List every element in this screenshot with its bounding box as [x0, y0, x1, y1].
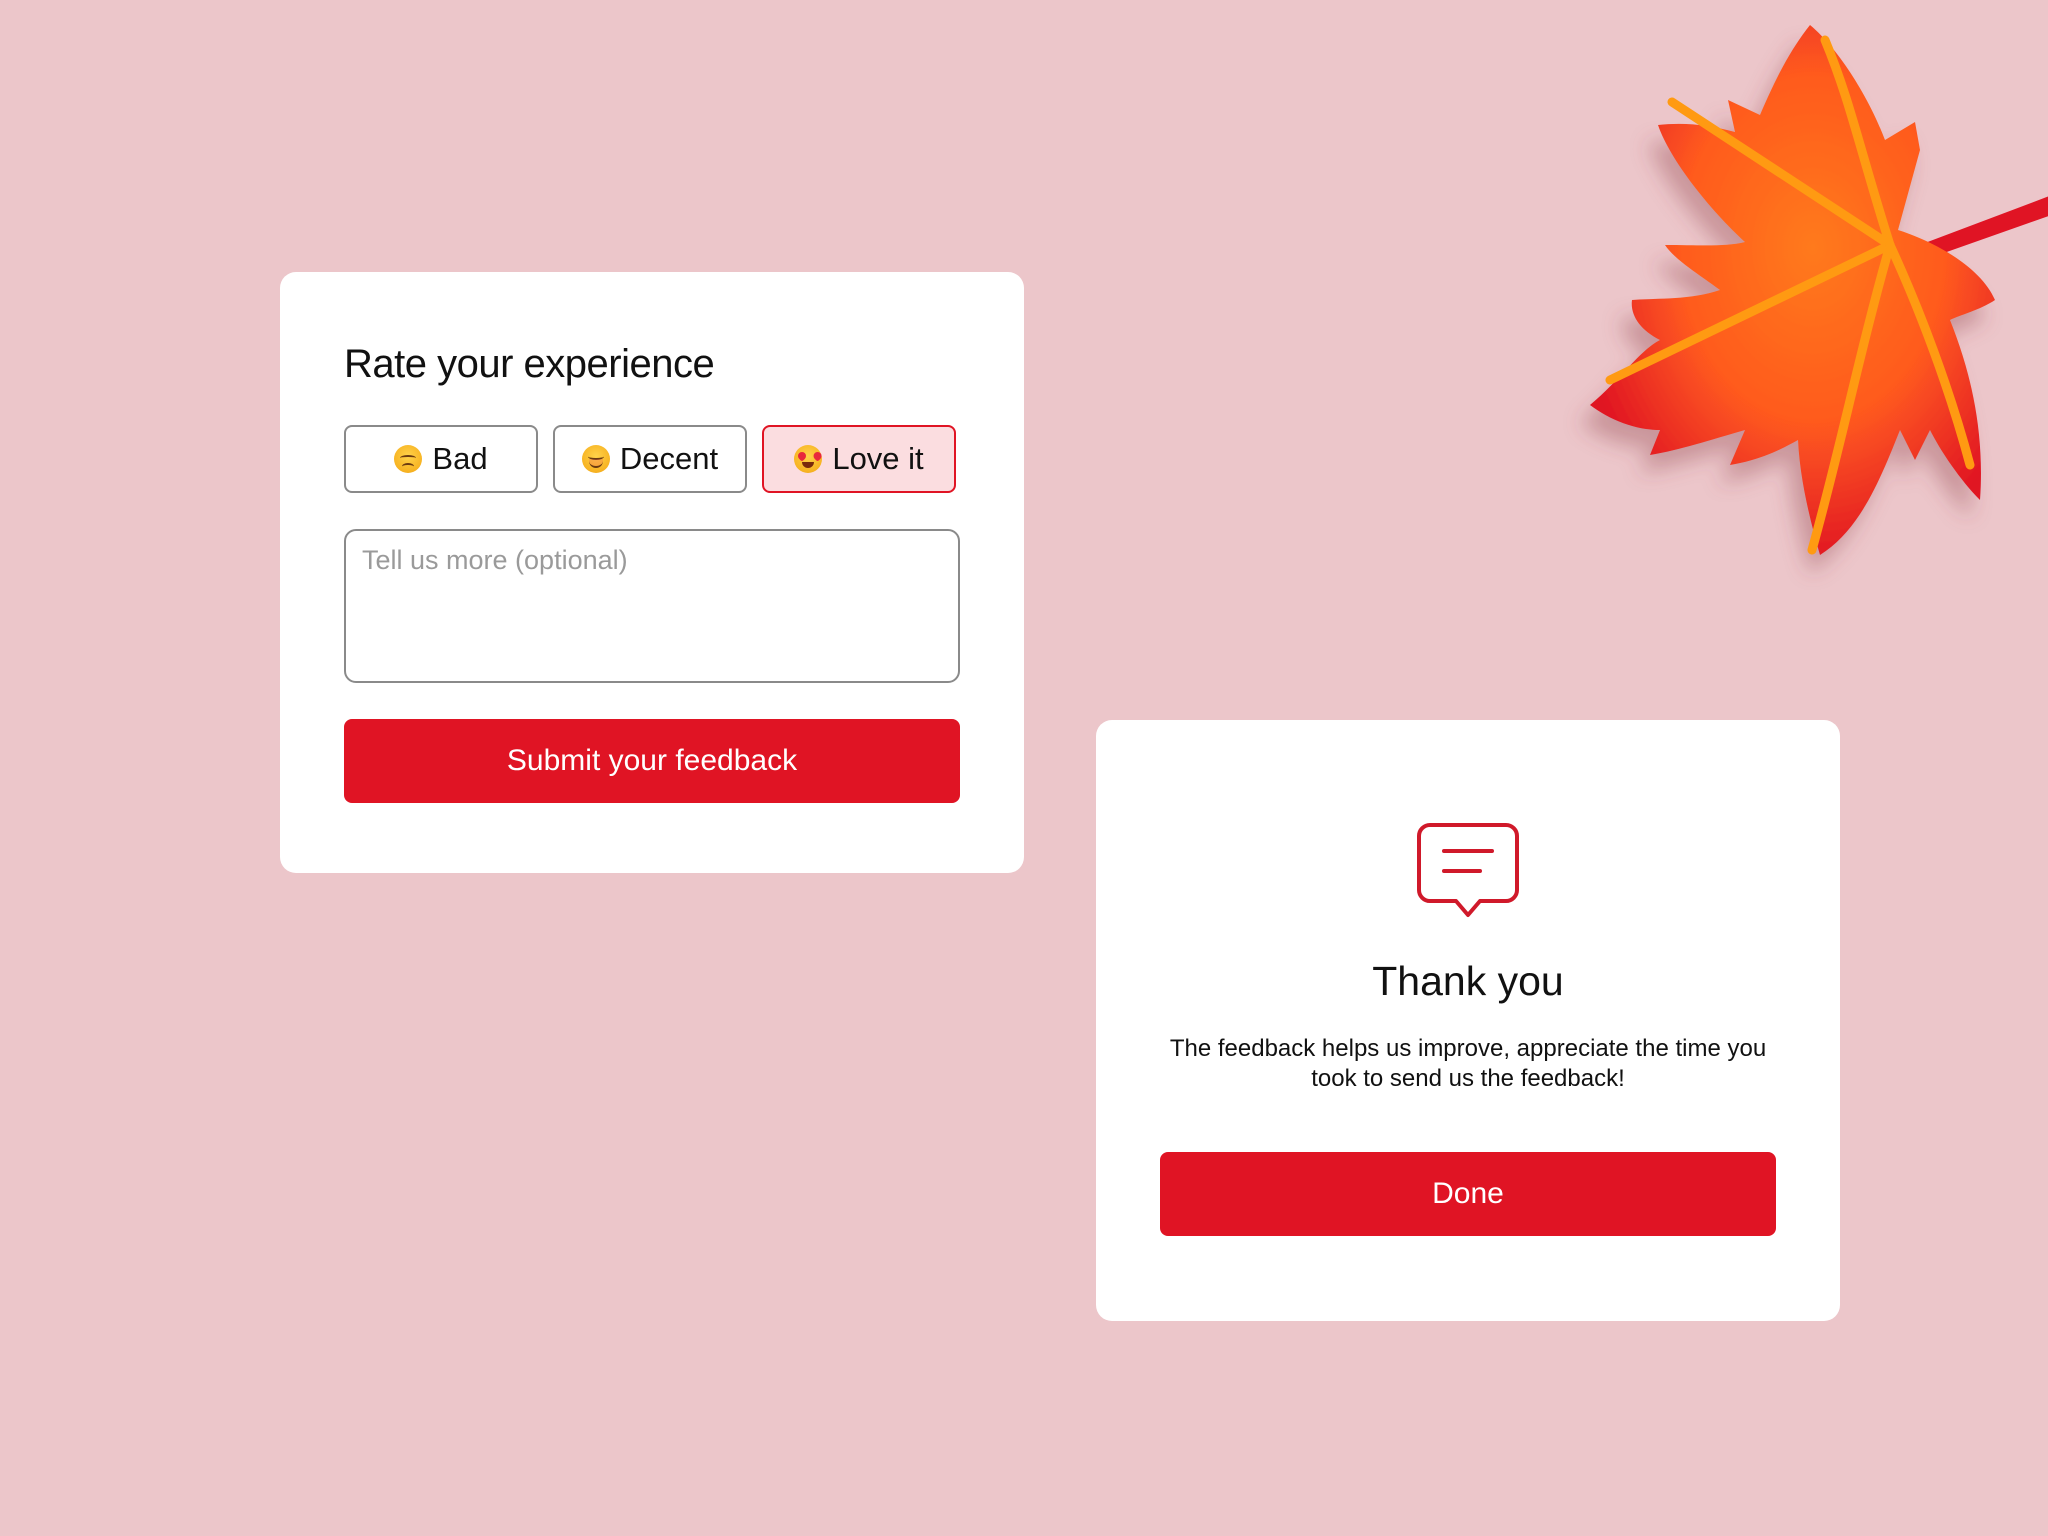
- chat-bubble-icon: [1417, 823, 1519, 917]
- rating-option-love-it[interactable]: Love it: [762, 425, 956, 493]
- feedback-comment-field[interactable]: [344, 529, 960, 683]
- done-button[interactable]: Done: [1160, 1152, 1776, 1236]
- thank-you-title: Thank you: [1372, 958, 1564, 1004]
- sad-face-icon: [394, 445, 423, 473]
- rating-card: Rate your experience Bad Decent Love it …: [280, 272, 1024, 873]
- thank-you-message: The feedback helps us improve, appreciat…: [1169, 1035, 1767, 1092]
- rating-title: Rate your experience: [344, 342, 715, 386]
- submit-feedback-button[interactable]: Submit your feedback: [344, 719, 960, 803]
- rating-option-decent[interactable]: Decent: [553, 425, 747, 493]
- rating-option-label: Decent: [619, 441, 719, 476]
- heart-eyes-face-icon: [794, 445, 823, 473]
- thank-you-card: Thank you The feedback helps us improve,…: [1096, 720, 1840, 1321]
- smiling-face-icon: [581, 445, 610, 473]
- rating-options: Bad Decent Love it: [344, 425, 960, 493]
- rating-option-bad[interactable]: Bad: [344, 425, 538, 493]
- rating-option-label: Bad: [432, 441, 488, 476]
- rating-option-label: Love it: [832, 441, 924, 476]
- canvas: Rate your experience Bad Decent Love it …: [0, 0, 2048, 1536]
- maple-leaf-icon: [1590, 25, 2048, 555]
